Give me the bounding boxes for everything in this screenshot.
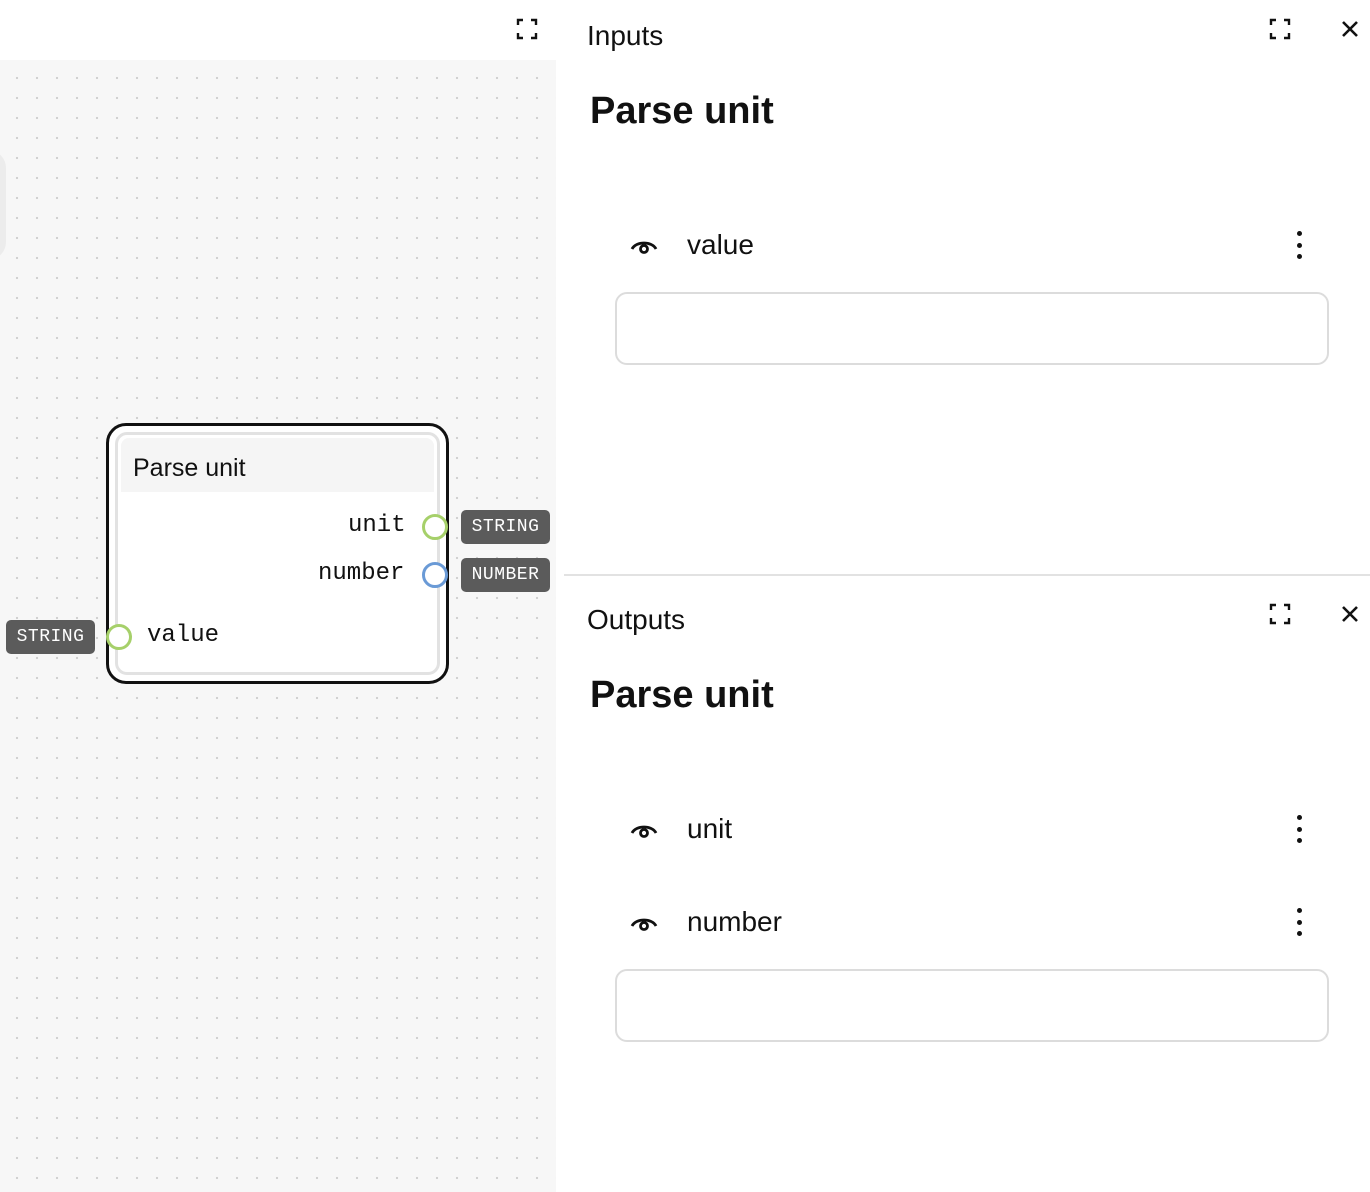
- canvas-toolbar: [0, 0, 556, 60]
- node-header[interactable]: Parse unit: [121, 438, 434, 492]
- output-port-unit[interactable]: [422, 514, 448, 540]
- input-port-label-value: value: [147, 622, 220, 649]
- output-port-label-number: number: [318, 560, 405, 587]
- outputs-value-textbox[interactable]: [615, 969, 1329, 1042]
- inputs-panel-heading: Parse unit: [590, 90, 774, 132]
- type-badge-unit: STRING: [461, 510, 550, 544]
- output-port-number[interactable]: [422, 562, 448, 588]
- outputs-field-row-number: number: [615, 892, 1328, 952]
- canvas-expand-button[interactable]: [513, 15, 541, 43]
- output-port-label-unit: unit: [348, 512, 406, 539]
- inputs-close-button[interactable]: [1336, 15, 1364, 43]
- outputs-close-button[interactable]: [1336, 600, 1364, 628]
- inputs-panel-title: Inputs: [587, 20, 664, 51]
- kebab-menu-icon[interactable]: [1284, 813, 1314, 845]
- field-label-number: number: [687, 906, 782, 937]
- inputs-value-textbox[interactable]: [615, 292, 1329, 365]
- type-badge-value: STRING: [6, 620, 95, 654]
- field-label-unit: unit: [687, 813, 733, 844]
- outputs-panel-heading: Parse unit: [590, 674, 774, 716]
- type-badge-number: NUMBER: [461, 558, 550, 592]
- eye-icon[interactable]: [629, 816, 659, 842]
- expand-icon: [1269, 603, 1291, 625]
- expand-icon: [516, 18, 538, 40]
- inputs-field-row-value: value: [615, 215, 1328, 275]
- panel-divider[interactable]: [564, 574, 1370, 576]
- close-icon: [1342, 21, 1358, 37]
- field-label-value: value: [687, 229, 754, 260]
- outputs-field-row-unit: unit: [615, 799, 1328, 859]
- outputs-panel-title: Outputs: [587, 604, 686, 635]
- outputs-expand-button[interactable]: [1266, 600, 1294, 628]
- kebab-menu-icon[interactable]: [1284, 229, 1314, 261]
- parse-unit-node[interactable]: Parse unit unit number value: [106, 423, 449, 684]
- inputs-expand-button[interactable]: [1266, 15, 1294, 43]
- input-port-value[interactable]: [106, 624, 132, 650]
- eye-icon[interactable]: [629, 232, 659, 258]
- expand-icon: [1269, 18, 1291, 40]
- eye-icon[interactable]: [629, 909, 659, 935]
- kebab-menu-icon[interactable]: [1284, 906, 1314, 938]
- node-title: Parse unit: [133, 454, 246, 482]
- close-icon: [1342, 606, 1358, 622]
- canvas-edge-shape: [0, 150, 6, 260]
- graph-canvas[interactable]: Parse unit unit number value STRING NUMB…: [0, 60, 556, 1192]
